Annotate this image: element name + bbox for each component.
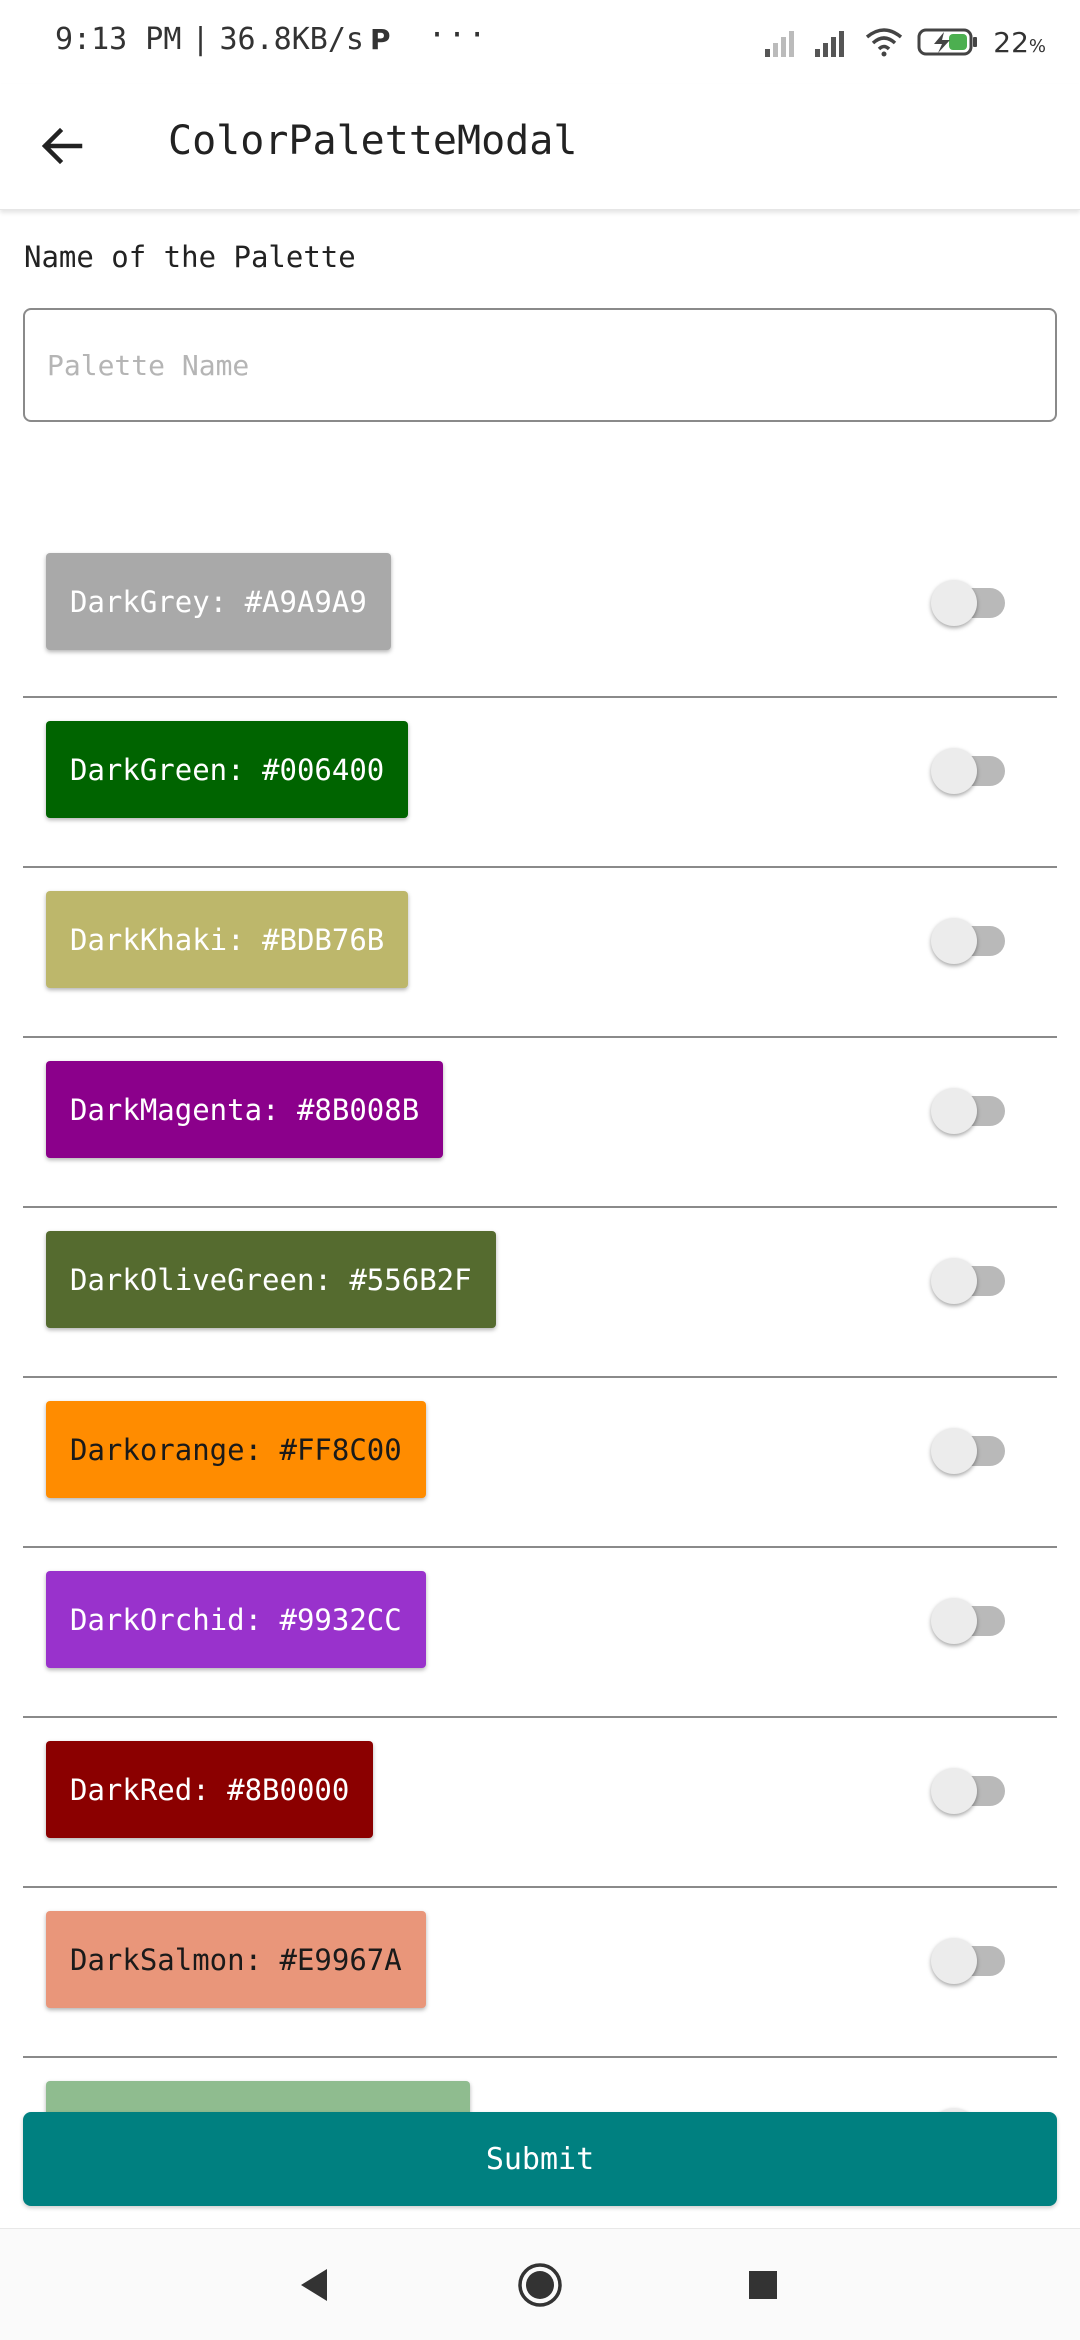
color-toggle[interactable] (931, 1420, 1005, 1480)
color-row: DarkOrchid: #9932CC (23, 1548, 1057, 1718)
toggle-thumb (931, 918, 977, 964)
color-swatch: DarkMagenta: #8B008B (46, 1061, 444, 1158)
status-separator: | (191, 22, 210, 57)
status-left: 9:13 PM | 36.8KB/s P (55, 22, 391, 57)
color-toggle[interactable] (931, 1760, 1005, 1820)
toggle-thumb (931, 1598, 977, 1644)
toggle-thumb (931, 580, 977, 626)
signal-icon (765, 31, 795, 57)
color-swatch: DarkGrey: #A9A9A9 (46, 553, 391, 650)
home-circle-icon (518, 2263, 562, 2307)
more-dots-icon: ··· (428, 18, 489, 53)
color-toggle[interactable] (931, 1250, 1005, 1310)
color-swatch: DarkRed: #8B0000 (46, 1741, 374, 1838)
nav-back-button[interactable] (286, 2257, 342, 2313)
battery-percent: 22% (993, 25, 1046, 59)
color-toggle[interactable] (931, 910, 1005, 970)
toggle-thumb (931, 1768, 977, 1814)
color-swatch: DarkKhaki: #BDB76B (46, 891, 409, 988)
color-toggle[interactable] (931, 572, 1005, 632)
toggle-thumb (931, 1088, 977, 1134)
system-nav-bar (0, 2228, 1080, 2340)
color-row (23, 2058, 1057, 2112)
palette-name-input[interactable] (23, 308, 1057, 422)
color-swatch: DarkOrchid: #9932CC (46, 1571, 426, 1668)
color-swatch: DarkOliveGreen: #556B2F (46, 1231, 496, 1328)
color-toggle[interactable] (931, 1080, 1005, 1140)
color-row: DarkMagenta: #8B008B (23, 1038, 1057, 1208)
palette-name-label: Name of the Palette (24, 240, 356, 274)
toggle-thumb (931, 1258, 977, 1304)
nav-recents-button[interactable] (735, 2257, 791, 2313)
color-row: DarkGrey: #A9A9A9 (23, 530, 1057, 698)
color-toggle[interactable] (931, 740, 1005, 800)
p-icon: P (370, 23, 391, 56)
recents-square-icon (749, 2271, 777, 2299)
back-triangle-icon (301, 2269, 327, 2301)
toggle-thumb (931, 748, 977, 794)
toggle-thumb (931, 1428, 977, 1474)
status-time: 9:13 PM (55, 22, 182, 57)
color-swatch (46, 2081, 470, 2112)
signal-icon (815, 31, 845, 57)
color-list[interactable]: DarkGrey: #A9A9A9 DarkGreen: #006400 DarkK… (23, 530, 1057, 2112)
color-toggle[interactable] (931, 1590, 1005, 1650)
color-toggle[interactable] (931, 1930, 1005, 1990)
color-row: DarkKhaki: #BDB76B (23, 868, 1057, 1038)
battery-charging-icon (917, 28, 978, 56)
toggle-thumb (931, 1938, 977, 1984)
color-toggle[interactable] (931, 2100, 1005, 2112)
color-row: DarkGreen: #006400 (23, 698, 1057, 868)
color-row: DarkRed: #8B0000 (23, 1718, 1057, 1888)
status-bar: 9:13 PM | 36.8KB/s P ··· 22% (0, 0, 1080, 84)
page-title: ColorPaletteModal (168, 118, 578, 164)
nav-home-button[interactable] (512, 2257, 568, 2313)
arrow-left-icon (41, 127, 83, 165)
submit-button[interactable]: Submit (23, 2112, 1057, 2206)
color-row: Darkorange: #FF8C00 (23, 1378, 1057, 1548)
app-bar: ColorPaletteModal (0, 84, 1080, 210)
network-speed: 36.8KB/s (219, 22, 365, 57)
color-swatch: DarkSalmon: #E9967A (46, 1911, 426, 2008)
wifi-icon (866, 28, 903, 57)
color-swatch: DarkGreen: #006400 (46, 721, 409, 818)
color-row: DarkOliveGreen: #556B2F (23, 1208, 1057, 1378)
status-right: 22% (765, 22, 1046, 62)
color-swatch: Darkorange: #FF8C00 (46, 1401, 426, 1498)
back-button[interactable] (30, 114, 94, 178)
color-row: DarkSalmon: #E9967A (23, 1888, 1057, 2058)
